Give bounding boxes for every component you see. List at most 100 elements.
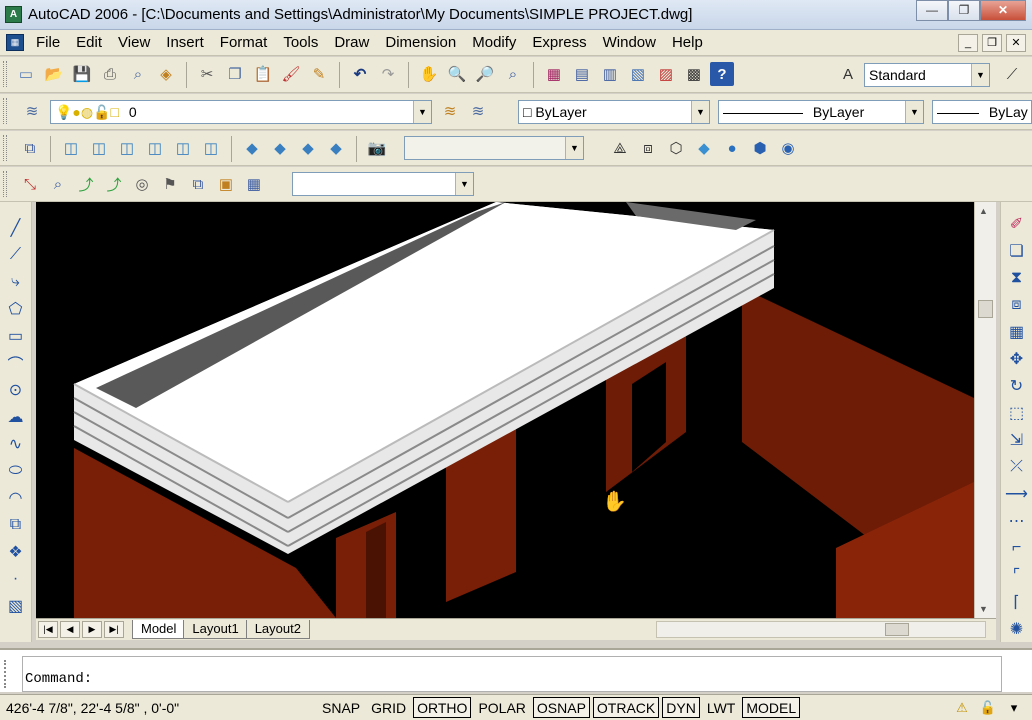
block-editor-icon[interactable]: ✎ — [307, 62, 331, 86]
lock-icon[interactable]: 🔓 — [978, 698, 998, 718]
maximize-button[interactable]: ❐ — [948, 0, 980, 21]
left-view-icon[interactable]: ◫ — [115, 136, 139, 160]
command-input[interactable]: Command: — [22, 656, 1002, 692]
horizontal-scrollbar[interactable] — [656, 621, 986, 638]
chevron-down-icon[interactable]: ▼ — [971, 64, 989, 86]
named-view-select[interactable]: ▼ — [404, 136, 584, 160]
array-icon[interactable]: ▦ — [1005, 320, 1029, 344]
top-view-icon[interactable]: ◫ — [59, 136, 83, 160]
dyn-toggle[interactable]: DYN — [662, 697, 700, 718]
view-ucs-icon[interactable]: ◎ — [130, 172, 154, 196]
se-iso-icon[interactable]: ◆ — [268, 136, 292, 160]
line-icon[interactable]: ╱ — [4, 216, 28, 240]
extend-icon[interactable]: ⟶ — [1005, 482, 1029, 506]
named-views-icon[interactable]: ⧉ — [18, 136, 42, 160]
horizontal-scroll-thumb[interactable] — [885, 623, 909, 636]
minimize-button[interactable]: — — [916, 0, 948, 21]
menu-edit[interactable]: Edit — [68, 34, 110, 51]
gouraud-icon[interactable]: ● — [720, 136, 744, 160]
join-icon[interactable]: ⌐ — [1005, 536, 1029, 560]
toolbar-grip[interactable] — [3, 98, 7, 124]
circle-icon[interactable]: ⊙ — [4, 378, 28, 402]
rotate-icon[interactable]: ↻ — [1005, 374, 1029, 398]
polygon-icon[interactable]: ⬠ — [4, 297, 28, 321]
next-tab-icon[interactable]: ▶ — [82, 621, 102, 638]
ucs-icon[interactable]: ⤡ — [18, 172, 42, 196]
make-block-icon[interactable]: ❖ — [4, 540, 28, 564]
tab-layout2[interactable]: Layout2 — [245, 620, 310, 639]
object-ucs-icon[interactable]: ⤴ — [74, 172, 98, 196]
chevron-down-icon[interactable]: ▼ — [413, 101, 431, 123]
match-properties-icon[interactable]: 🖌 — [279, 62, 303, 86]
text-style-icon[interactable]: A — [836, 62, 860, 86]
revcloud-icon[interactable]: ☁ — [4, 405, 28, 429]
dim-style-icon[interactable]: ⟋ — [1000, 62, 1024, 86]
ortho-toggle[interactable]: ORTHO — [413, 697, 472, 718]
autocad-app-icon[interactable]: A — [5, 6, 22, 23]
tool-palettes-icon[interactable]: ▥ — [598, 62, 622, 86]
document-icon[interactable]: ▦ — [6, 34, 24, 51]
drawing-canvas[interactable]: ✋ — [36, 202, 974, 618]
polyline-icon[interactable]: ⤷ — [4, 270, 28, 294]
redo-icon[interactable]: ↷ — [376, 62, 400, 86]
ellipse-icon[interactable]: ⬭ — [4, 459, 28, 483]
publish-icon[interactable]: ◈ — [154, 62, 178, 86]
osnap-toggle[interactable]: OSNAP — [532, 697, 590, 718]
toolbar-grip[interactable] — [3, 135, 7, 161]
erase-icon[interactable]: ✐ — [1005, 212, 1029, 236]
save-icon[interactable]: 💾 — [70, 62, 94, 86]
ne-iso-icon[interactable]: ◆ — [296, 136, 320, 160]
model-toggle[interactable]: MODEL — [742, 697, 801, 718]
help-icon[interactable]: ? — [710, 62, 734, 86]
point-icon[interactable]: · — [4, 567, 28, 591]
trim-icon[interactable]: ⤫ — [1005, 455, 1029, 479]
paste-icon[interactable]: 📋 — [251, 62, 275, 86]
nw-iso-icon[interactable]: ◆ — [324, 136, 348, 160]
doc-close-button[interactable]: ✕ — [1006, 34, 1026, 52]
tab-layout1[interactable]: Layout1 — [183, 620, 248, 639]
ucs-apply-icon[interactable]: ▦ — [242, 172, 266, 196]
move-icon[interactable]: ✥ — [1005, 347, 1029, 371]
cut-icon[interactable]: ✂ — [195, 62, 219, 86]
toolbar-grip[interactable] — [3, 61, 7, 87]
linetype-select[interactable]: ByLayer ▼ — [718, 100, 924, 124]
zoom-window-icon[interactable]: 🔎 — [473, 62, 497, 86]
flat-edges-icon[interactable]: ⬢ — [748, 136, 772, 160]
sw-iso-icon[interactable]: ◆ — [240, 136, 264, 160]
3d-wireframe-icon[interactable]: ⧈ — [636, 136, 660, 160]
menu-insert[interactable]: Insert — [158, 34, 212, 51]
print-preview-icon[interactable]: ⌕ — [126, 62, 150, 86]
zoom-previous-icon[interactable]: ⌕ — [501, 62, 525, 86]
otrack-toggle[interactable]: OTRACK — [592, 697, 660, 718]
break-icon[interactable]: ⋯ — [1005, 509, 1029, 533]
sheet-set-icon[interactable]: ▧ — [626, 62, 650, 86]
properties-icon[interactable]: ▦ — [542, 62, 566, 86]
snap-toggle[interactable]: SNAP — [318, 697, 364, 718]
close-button[interactable]: ✕ — [980, 0, 1026, 21]
new-icon[interactable]: ▭ — [14, 62, 38, 86]
layer-select[interactable]: 💡●◍🔓□ 0 ▼ — [50, 100, 432, 124]
scale-icon[interactable]: ⬚ — [1005, 401, 1029, 425]
menu-express[interactable]: Express — [524, 34, 594, 51]
menu-window[interactable]: Window — [595, 34, 664, 51]
tab-model[interactable]: Model — [132, 620, 186, 639]
communication-center-icon[interactable]: ⚠ — [952, 698, 972, 718]
command-window-grip[interactable] — [4, 660, 14, 688]
chevron-down-icon[interactable]: ▼ — [691, 101, 709, 123]
construction-line-icon[interactable]: ⟋ — [4, 243, 28, 267]
gouraud-edges-icon[interactable]: ◉ — [776, 136, 800, 160]
ellipse-arc-icon[interactable]: ◠ — [4, 486, 28, 510]
design-center-icon[interactable]: ▤ — [570, 62, 594, 86]
chevron-down-icon[interactable]: ▼ — [455, 173, 473, 195]
flat-shaded-icon[interactable]: ◆ — [692, 136, 716, 160]
zoom-realtime-icon[interactable]: 🔍 — [445, 62, 469, 86]
color-select[interactable]: □ ByLayer ▼ — [518, 100, 710, 124]
2d-wireframe-icon[interactable]: ⟁ — [608, 136, 632, 160]
menu-draw[interactable]: Draw — [326, 34, 377, 51]
undo-icon[interactable]: ↶ — [348, 62, 372, 86]
offset-icon[interactable]: ⧈ — [1005, 293, 1029, 317]
menu-help[interactable]: Help — [664, 34, 711, 51]
fillet-icon[interactable]: ⌈ — [1005, 590, 1029, 614]
rectangle-icon[interactable]: ▭ — [4, 324, 28, 348]
polar-toggle[interactable]: POLAR — [474, 697, 529, 718]
